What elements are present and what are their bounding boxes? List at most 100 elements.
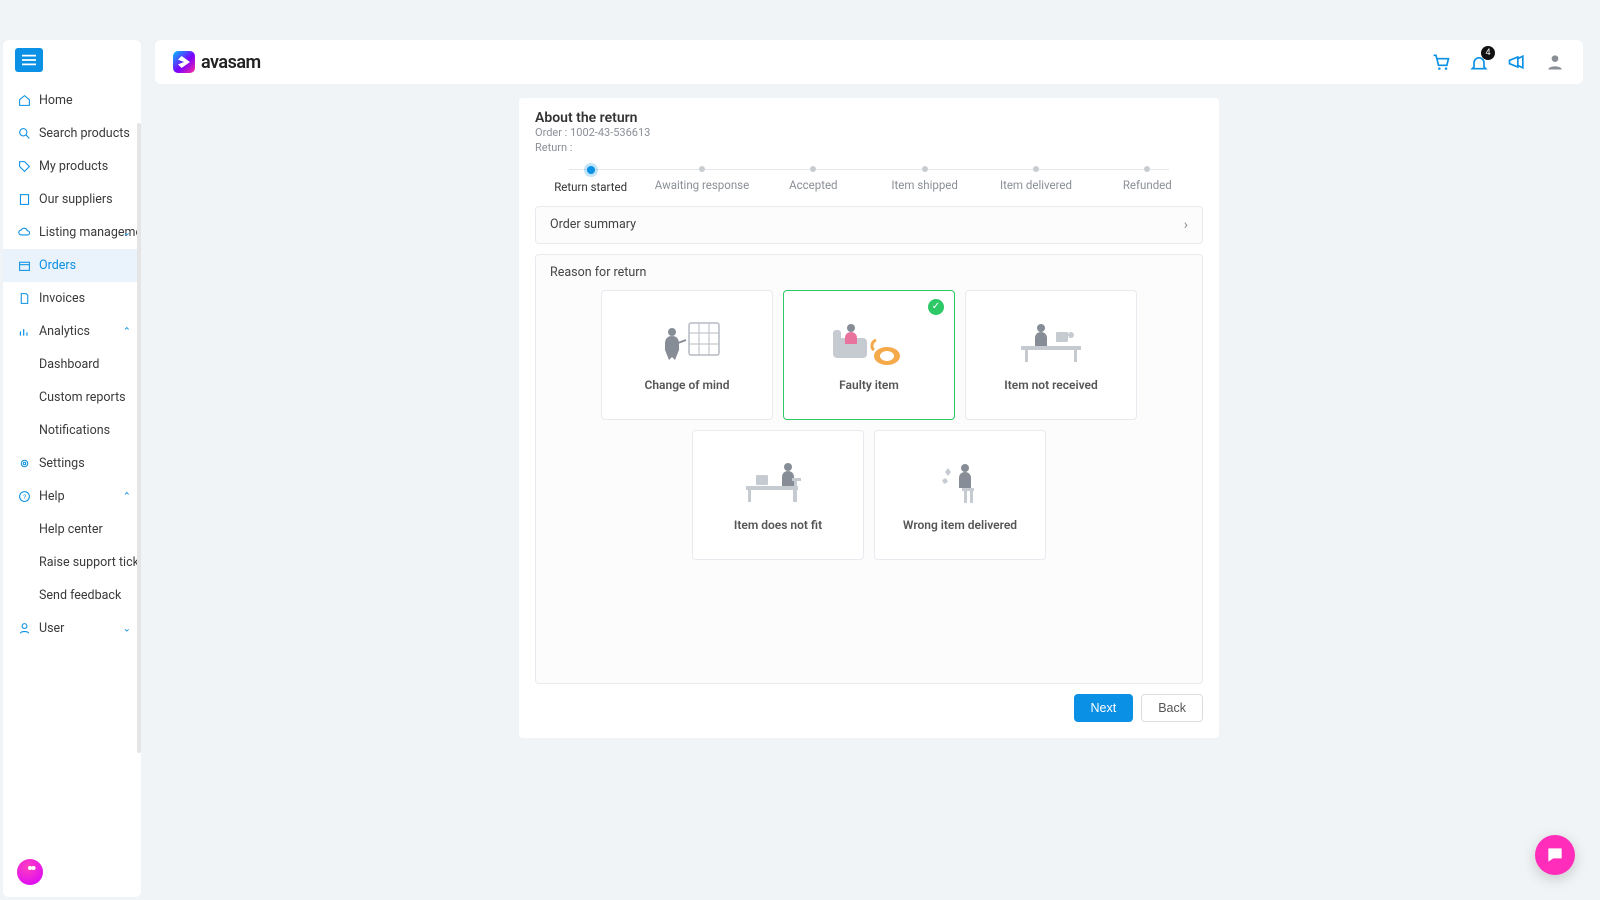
sidebar-item-label: Settings (39, 456, 85, 471)
chevron-up-icon: ⌃ (123, 491, 131, 502)
sidebar-item-label: My products (39, 159, 108, 174)
sidebar-item-label: Analytics (39, 324, 90, 339)
sidebar-item-help[interactable]: ? Help ⌃ (3, 480, 141, 513)
chat-icon (1545, 845, 1565, 865)
brand-logo-icon (173, 51, 195, 73)
reason-change-of-mind[interactable]: ✓ Change of mind (601, 290, 773, 420)
announcements-button[interactable] (1507, 52, 1527, 72)
chevron-right-icon: › (1184, 217, 1188, 233)
sidebar-item-label: Custom reports (39, 390, 126, 405)
brand[interactable]: avasam (173, 51, 261, 73)
sidebar-item-user[interactable]: User ⌄ (3, 612, 141, 645)
menu-icon (22, 54, 36, 66)
back-button[interactable]: Back (1141, 694, 1203, 722)
reason-label: Change of mind (645, 378, 730, 392)
sidebar-item-help-center[interactable]: Help center (3, 513, 141, 546)
gear-icon (17, 457, 31, 471)
octopus-logo (17, 859, 43, 885)
sidebar-item-label: Orders (39, 258, 76, 273)
sidebar-item-settings[interactable]: Settings (3, 447, 141, 480)
reason-item-not-received[interactable]: ✓ Item not received (965, 290, 1137, 420)
sidebar-item-label: User (39, 621, 64, 636)
sidebar-item-search-products[interactable]: Search products (3, 117, 141, 150)
sidebar: Home Search products My products Our sup… (3, 40, 141, 897)
step-item-shipped: Item shipped (869, 166, 980, 194)
chevron-up-icon: ⌃ (123, 326, 131, 337)
sidebar-item-send-feedback[interactable]: Send feedback (3, 579, 141, 612)
step-return-started: Return started (535, 166, 646, 194)
step-awaiting-response: Awaiting response (646, 166, 757, 194)
svg-text:?: ? (22, 493, 25, 501)
next-button[interactable]: Next (1074, 694, 1134, 722)
user-icon (17, 622, 31, 636)
chat-fab[interactable] (1535, 835, 1575, 875)
sidebar-item-listing-management[interactable]: Listing management ⌄ (3, 216, 141, 249)
sidebar-item-label: Raise support ticket (39, 555, 141, 570)
home-icon (17, 94, 31, 108)
sidebar-item-home[interactable]: Home (3, 84, 141, 117)
box-icon (17, 259, 31, 273)
file-icon (17, 292, 31, 306)
header: avasam 4 (155, 40, 1583, 84)
sidebar-item-label: Search products (39, 126, 130, 141)
help-icon: ? (17, 490, 31, 504)
stepper: Return started Awaiting response Accepte… (535, 166, 1203, 194)
nav: Home Search products My products Our sup… (3, 80, 141, 645)
brand-name: avasam (201, 52, 261, 73)
reason-faulty-item[interactable]: ✓ Faulty item (783, 290, 955, 420)
sidebar-item-label: Our suppliers (39, 192, 113, 207)
cart-button[interactable] (1431, 52, 1451, 72)
notifications-button[interactable]: 4 (1469, 52, 1489, 72)
order-summary-section: Order summary › (535, 206, 1203, 244)
sidebar-item-my-products[interactable]: My products (3, 150, 141, 183)
sidebar-item-label: Home (39, 93, 73, 108)
order-summary-label: Order summary (550, 217, 636, 232)
user-icon (1545, 52, 1565, 72)
page-title: About the return (535, 110, 1203, 126)
return-id-line: Return : (535, 141, 1203, 156)
chevron-down-icon: ⌄ (123, 227, 131, 238)
reason-wrong-item-delivered[interactable]: ✓ Wrong item delivered (874, 430, 1046, 560)
megaphone-icon (1507, 52, 1527, 72)
building-icon (17, 193, 31, 207)
sidebar-item-label: Help center (39, 522, 103, 537)
tag-icon (17, 160, 31, 174)
profile-button[interactable] (1545, 52, 1565, 72)
sidebar-item-notifications[interactable]: Notifications (3, 414, 141, 447)
search-icon (17, 127, 31, 141)
sidebar-item-custom-reports[interactable]: Custom reports (3, 381, 141, 414)
sidebar-item-label: Send feedback (39, 588, 121, 603)
sidebar-item-label: Help (39, 489, 65, 504)
reason-label: Wrong item delivered (903, 518, 1017, 532)
scrollbar[interactable] (137, 123, 141, 753)
reason-header: Reason for return (536, 255, 1202, 290)
step-refunded: Refunded (1092, 166, 1203, 194)
menu-toggle[interactable] (15, 48, 43, 72)
sidebar-item-raise-ticket[interactable]: Raise support ticket (3, 546, 141, 579)
sidebar-item-our-suppliers[interactable]: Our suppliers (3, 183, 141, 216)
illustration (1011, 318, 1091, 368)
step-item-delivered: Item delivered (980, 166, 1091, 194)
sidebar-item-analytics[interactable]: Analytics ⌃ (3, 315, 141, 348)
sidebar-item-invoices[interactable]: Invoices (3, 282, 141, 315)
chart-icon (17, 325, 31, 339)
step-accepted: Accepted (758, 166, 869, 194)
sidebar-item-dashboard[interactable]: Dashboard (3, 348, 141, 381)
check-icon: ✓ (928, 299, 944, 315)
reason-label: Item not received (1004, 378, 1098, 392)
reason-section: Reason for return ✓ Change of mind ✓ (535, 254, 1203, 684)
reason-label: Item does not fit (734, 518, 822, 532)
cloud-icon (17, 226, 31, 240)
sidebar-item-label: Invoices (39, 291, 85, 306)
order-id-line: Order : 1002-43-536613 (535, 126, 1203, 141)
sidebar-item-label: Dashboard (39, 357, 99, 372)
sidebar-item-orders[interactable]: Orders (3, 249, 141, 282)
illustration (920, 458, 1000, 508)
cart-icon (1431, 52, 1451, 72)
illustration (738, 458, 818, 508)
reason-label: Faulty item (839, 378, 899, 392)
order-summary-toggle[interactable]: Order summary › (536, 207, 1202, 243)
reason-item-does-not-fit[interactable]: ✓ Item does not fit (692, 430, 864, 560)
chevron-down-icon: ⌄ (123, 623, 131, 634)
sidebar-item-label: Notifications (39, 423, 110, 438)
